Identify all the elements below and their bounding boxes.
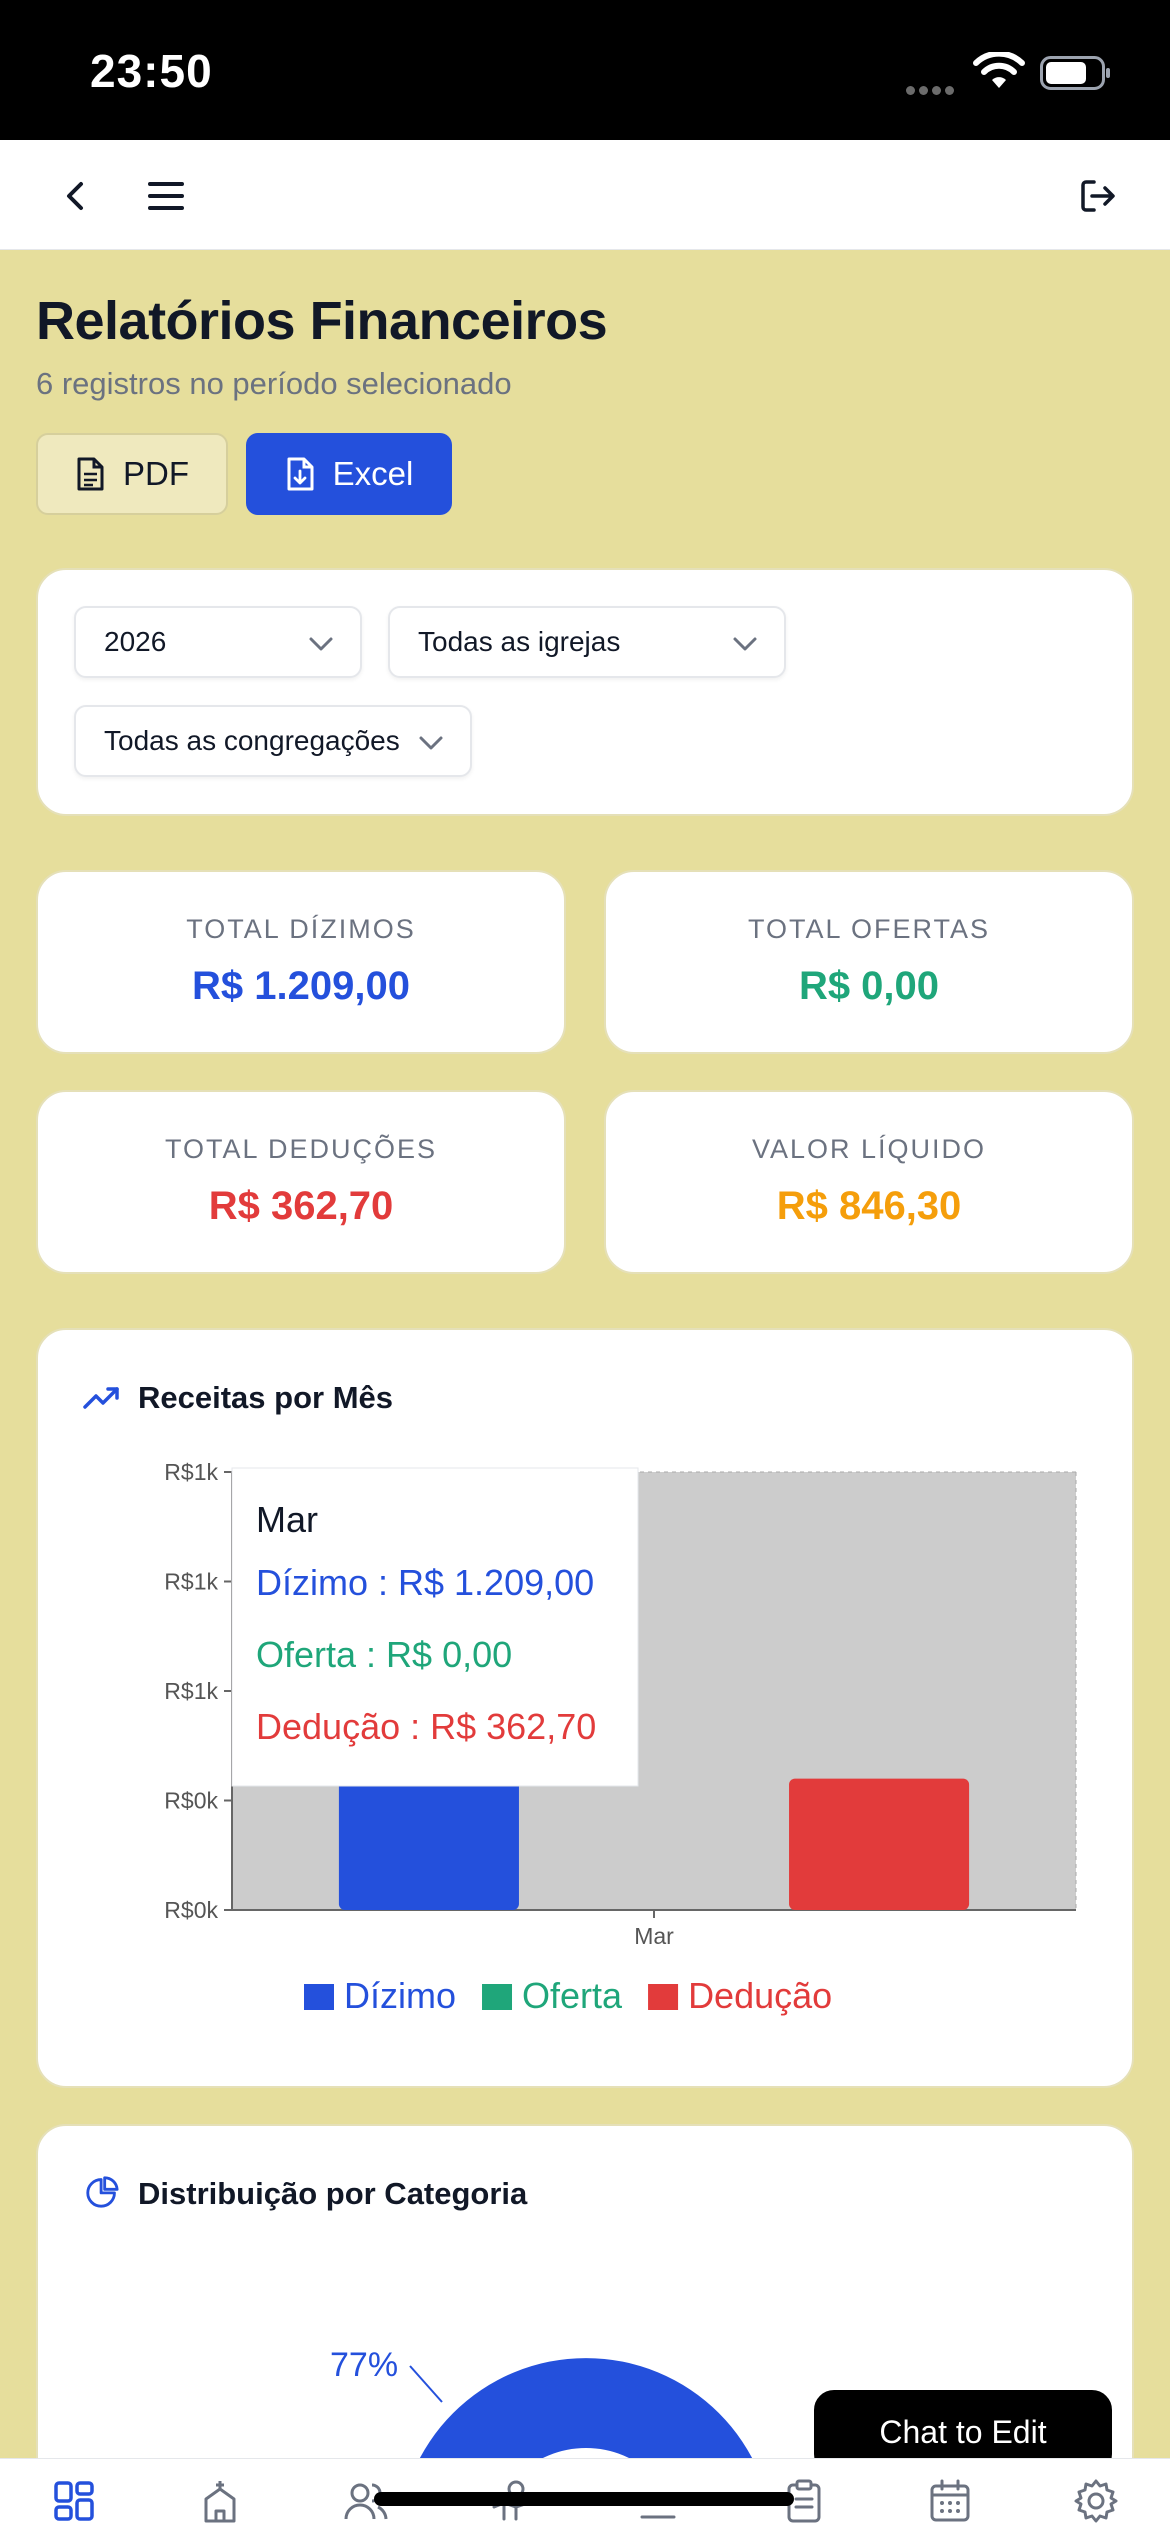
export-pdf-label: PDF bbox=[123, 455, 189, 492]
bar-dedução[interactable] bbox=[789, 1778, 970, 1910]
church-select[interactable]: Todas as igrejas bbox=[388, 606, 786, 678]
stat-value: R$ 1.209,00 bbox=[192, 964, 410, 1008]
page-subtitle: 6 registros no período selecionado bbox=[36, 366, 512, 401]
calendar-icon[interactable] bbox=[926, 2477, 974, 2525]
legend-label: Dedução bbox=[688, 1975, 832, 2016]
stat-value: R$ 0,00 bbox=[798, 964, 940, 1008]
legend-label: Oferta bbox=[522, 1975, 623, 2016]
wifi-icon bbox=[973, 52, 1025, 88]
tooltip-offering-line: Oferta : R$ 0,00 bbox=[256, 1634, 512, 1675]
file-download-icon bbox=[287, 457, 314, 491]
legend-swatch bbox=[648, 1984, 679, 2010]
revenue-chart-card: Receitas por Mês R$0k R$0k R$1k R$1k R$1k Mar… bbox=[36, 1328, 1134, 2088]
revenue-bar-chart: R$0k R$0k R$1k R$1k R$1k Mar Mar Dízimo : R$ … bbox=[164, 1459, 1077, 2016]
chevron-down-icon bbox=[419, 736, 443, 750]
stat-value: R$ 846,30 bbox=[776, 1184, 962, 1228]
chevron-left-icon bbox=[67, 182, 83, 210]
slice-label-leader bbox=[409, 2365, 443, 2403]
back-button[interactable] bbox=[46, 166, 106, 226]
congregation-select-value: Todas as congregações bbox=[104, 725, 400, 756]
y-tick-label: R$0k bbox=[164, 1788, 218, 1814]
document-icon bbox=[77, 457, 104, 491]
status-bar: 23:50 bbox=[0, 0, 1170, 140]
y-tick-label: R$0k bbox=[164, 1897, 218, 1923]
chart-tooltip: Mar Dízimo : R$ 1.209,00 Oferta : R$ 0,0… bbox=[231, 1467, 639, 1787]
logout-button[interactable] bbox=[1068, 166, 1128, 226]
signal-icon bbox=[906, 82, 962, 95]
stat-label: TOTAL DÍZIMOS bbox=[186, 914, 416, 944]
home-indicator bbox=[374, 2492, 794, 2506]
battery-icon bbox=[1040, 56, 1110, 90]
legend-swatch bbox=[304, 1984, 334, 2010]
export-pdf-button[interactable]: PDF bbox=[36, 433, 228, 515]
status-time: 23:50 bbox=[90, 45, 213, 97]
chevron-down-icon bbox=[733, 637, 757, 651]
chevron-down-icon bbox=[309, 637, 333, 651]
filters-card: 2026 Todas as igrejas Todas as congregaç… bbox=[36, 568, 1134, 816]
year-select[interactable]: 2026 bbox=[74, 606, 362, 678]
export-excel-label: Excel bbox=[332, 455, 414, 492]
stat-card-tithes: TOTAL DÍZIMOS R$ 1.209,00 bbox=[36, 870, 566, 1054]
stat-label: TOTAL DEDUÇÕES bbox=[164, 1134, 438, 1164]
stat-card-net-value: VALOR LÍQUIDO R$ 846,30 bbox=[604, 1090, 1134, 1274]
top-nav bbox=[0, 140, 1170, 250]
year-select-value: 2026 bbox=[104, 626, 167, 657]
stat-label: TOTAL OFERTAS bbox=[747, 914, 991, 944]
menu-button[interactable] bbox=[136, 166, 196, 226]
gear-icon[interactable] bbox=[1072, 2477, 1120, 2525]
logout-icon bbox=[1081, 180, 1115, 212]
stat-card-offerings: TOTAL OFERTAS R$ 0,00 bbox=[604, 870, 1134, 1054]
y-tick-label: R$1k bbox=[164, 1569, 218, 1595]
y-tick-label: R$1k bbox=[164, 1678, 218, 1704]
legend-swatch bbox=[482, 1984, 513, 2010]
slice-label: 77% bbox=[330, 2346, 398, 2384]
x-tick-label: Mar bbox=[634, 1923, 674, 1949]
tooltip-title: Mar bbox=[256, 1499, 318, 1540]
export-excel-button[interactable]: Excel bbox=[246, 433, 452, 515]
stat-label: VALOR LÍQUIDO bbox=[751, 1134, 987, 1164]
stat-value: R$ 362,70 bbox=[208, 1184, 394, 1228]
congregation-select[interactable]: Todas as congregações bbox=[74, 705, 472, 777]
dashboard-icon[interactable] bbox=[50, 2477, 98, 2525]
y-tick-label: R$1k bbox=[164, 1459, 218, 1485]
menu-icon bbox=[148, 182, 184, 210]
tooltip-tithe-line: Dízimo : R$ 1.209,00 bbox=[256, 1562, 594, 1603]
church-select-value: Todas as igrejas bbox=[418, 626, 621, 657]
tooltip-deduction-line: Dedução : R$ 362,70 bbox=[256, 1706, 596, 1747]
stat-card-deductions: TOTAL DEDUÇÕES R$ 362,70 bbox=[36, 1090, 566, 1274]
page-title: Relatórios Financeiros bbox=[36, 291, 608, 351]
church-icon[interactable] bbox=[196, 2477, 244, 2525]
legend-label: Dízimo bbox=[344, 1975, 456, 2016]
